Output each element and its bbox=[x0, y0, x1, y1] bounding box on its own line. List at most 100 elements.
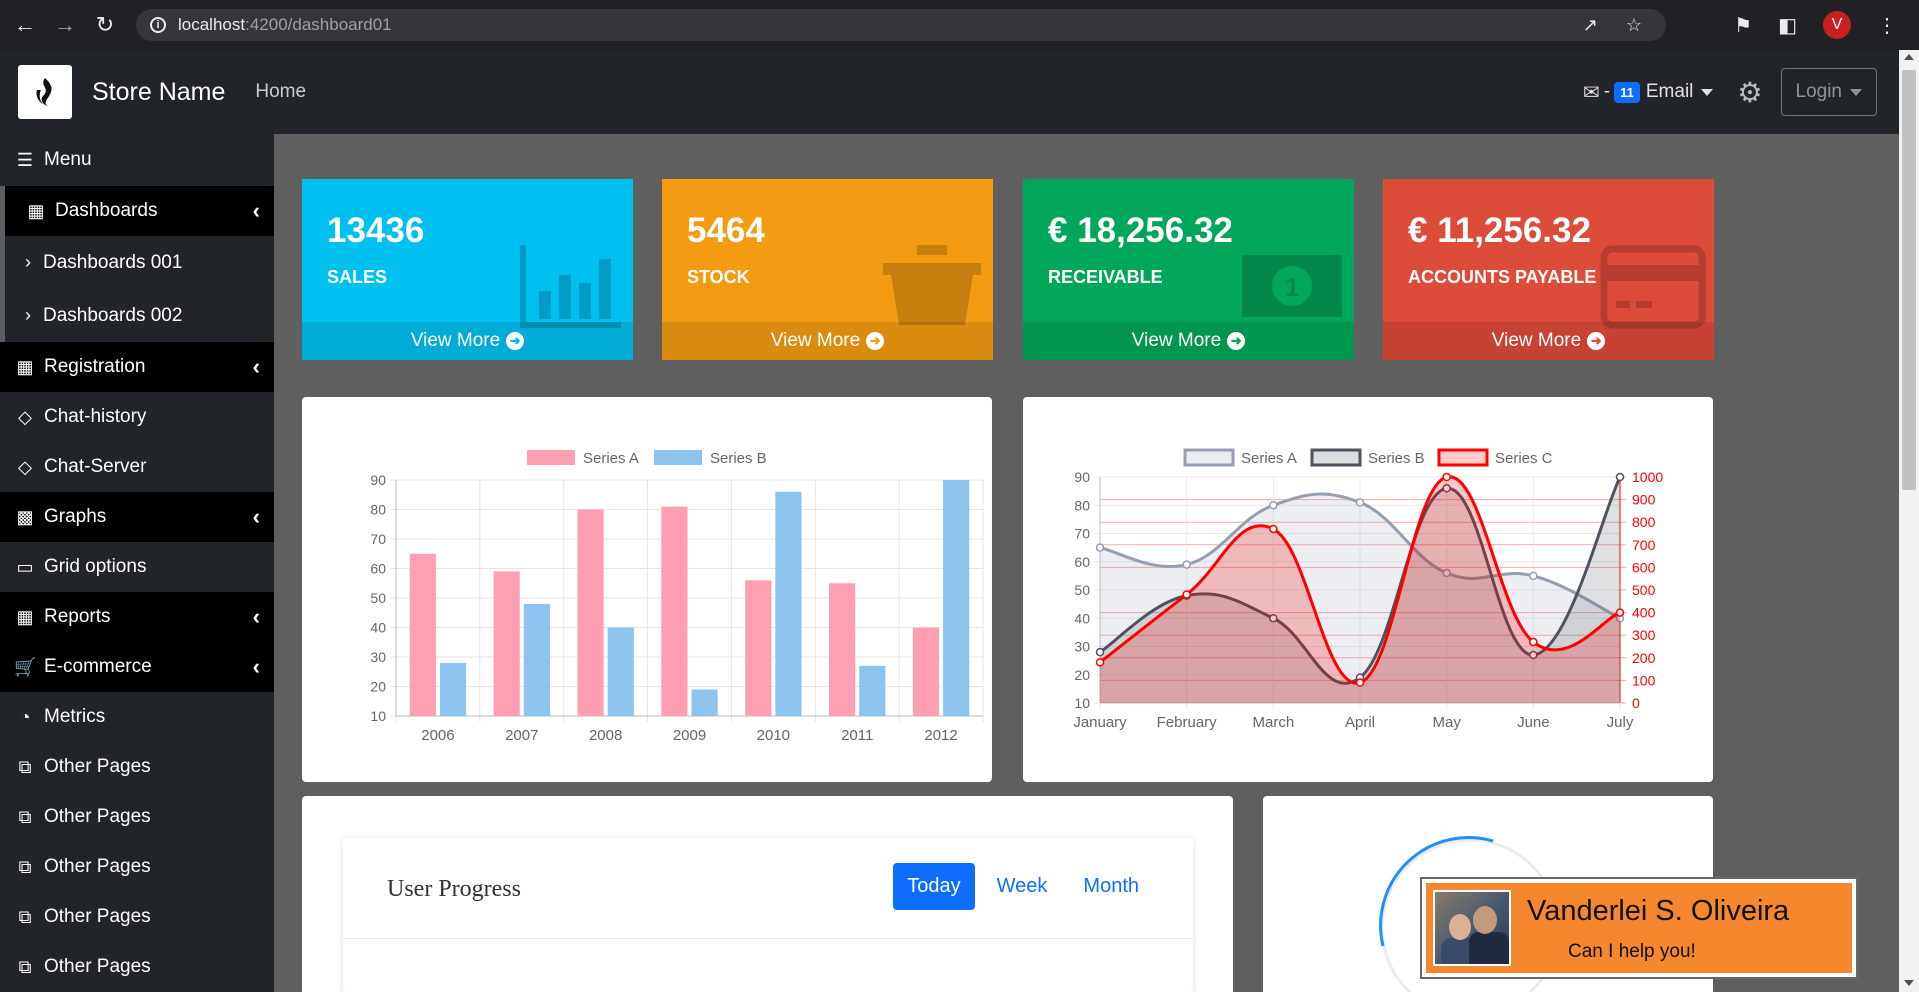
bar-series-b bbox=[775, 491, 802, 716]
sidebar-item-dashboards-002[interactable]: › Dashboards 002 bbox=[0, 289, 274, 342]
bar-chart-icon: ▩ bbox=[16, 506, 34, 527]
view-more-link[interactable]: View More ➜ bbox=[1383, 322, 1714, 360]
y-tick-label: 20 bbox=[370, 679, 386, 695]
tab-today[interactable]: Today bbox=[893, 863, 975, 910]
sidebar-item-other-pages[interactable]: ⧉ Other Pages bbox=[0, 892, 274, 942]
view-more-link[interactable]: View More ➜ bbox=[302, 322, 633, 360]
sidebar-item-other-pages[interactable]: ⧉ Other Pages bbox=[0, 942, 274, 992]
back-icon[interactable]: ← bbox=[10, 10, 40, 40]
share-icon[interactable]: ↗ bbox=[1583, 15, 1598, 36]
sidebar-item-label: Menu bbox=[44, 149, 92, 170]
scrollbar-thumb[interactable] bbox=[1902, 70, 1916, 490]
card-value: € 11,256.32 bbox=[1408, 211, 1591, 250]
x-tick-label: 2006 bbox=[421, 727, 454, 744]
x-tick-label: 2010 bbox=[757, 727, 790, 744]
login-button[interactable]: Login bbox=[1780, 68, 1877, 116]
x-tick-label: 2009 bbox=[673, 727, 706, 744]
caret-down-icon bbox=[1701, 88, 1714, 96]
bar-series-b bbox=[943, 480, 970, 716]
point-series-a bbox=[1355, 498, 1365, 507]
sidebar-item-ecommerce[interactable]: 🛒 E-commerce ‹ bbox=[0, 642, 274, 692]
view-more-link[interactable]: View More ➜ bbox=[662, 322, 993, 360]
legend-label: Series B bbox=[710, 450, 767, 467]
y2-tick-label: 1000 bbox=[1632, 469, 1663, 485]
star-icon[interactable]: ☆ bbox=[1626, 15, 1642, 36]
view-more-label: View More bbox=[410, 330, 501, 351]
sidebar-item-other-pages[interactable]: ⧉ Other Pages bbox=[0, 842, 274, 892]
scroll-down-arrow-icon[interactable] bbox=[1904, 980, 1914, 986]
sidebar-item-label: Other Pages bbox=[44, 756, 151, 777]
legend-label: Series C bbox=[1495, 450, 1553, 467]
info-icon[interactable]: i bbox=[150, 17, 166, 33]
y-tick-label: 60 bbox=[1074, 554, 1090, 570]
sidebar-item-reports[interactable]: ▦ Reports ‹ bbox=[0, 592, 274, 642]
view-more-label: View More bbox=[1131, 330, 1222, 351]
view-more-link[interactable]: View More ➜ bbox=[1023, 322, 1354, 360]
card-label: RECEIVABLE bbox=[1048, 267, 1163, 287]
sidebar-item-registration[interactable]: ▦ Registration ‹ bbox=[0, 342, 274, 392]
legend-label: Series A bbox=[1241, 450, 1297, 467]
sidebar-item-menu[interactable]: ☰ Menu bbox=[0, 134, 274, 186]
chevron-right-icon: › bbox=[25, 252, 31, 272]
forward-icon[interactable]: → bbox=[50, 10, 80, 40]
sidebar-item-label: Chat-history bbox=[44, 406, 147, 427]
grid-icon: ▦ bbox=[16, 356, 34, 377]
address-bar[interactable]: i localhost:4200/dashboard01 ↗ ☆ bbox=[136, 9, 1666, 41]
email-dropdown[interactable]: ✉ - 11 Email bbox=[1583, 80, 1714, 105]
copy-icon: ⧉ bbox=[18, 806, 32, 827]
point-series-c bbox=[1442, 472, 1451, 482]
profile-avatar[interactable]: V bbox=[1823, 11, 1851, 39]
y-tick-label: 40 bbox=[1074, 610, 1090, 626]
y-tick-label: 40 bbox=[370, 620, 386, 636]
card-divider bbox=[343, 938, 1193, 939]
tab-week[interactable]: Week bbox=[983, 863, 1062, 910]
y-tick-label: 90 bbox=[370, 472, 386, 488]
extensions-icon[interactable]: ⚑ bbox=[1734, 13, 1752, 38]
home-link[interactable]: Home bbox=[255, 81, 306, 103]
bar-series-a bbox=[745, 580, 772, 716]
tab-month[interactable]: Month bbox=[1069, 863, 1153, 910]
menu-lines-icon: ☰ bbox=[16, 149, 34, 170]
email-label: Email bbox=[1645, 81, 1694, 102]
x-tick-label: 2007 bbox=[505, 727, 538, 744]
arrow-circle-right-icon: ➜ bbox=[866, 332, 885, 350]
sidepanel-icon[interactable]: ◧ bbox=[1778, 13, 1797, 38]
url-host: localhost bbox=[178, 15, 246, 34]
sidebar-item-label: Reports bbox=[44, 606, 111, 627]
bar-chart-panel: 10 20 30 40 50 60 70 80 90 2006 2007 2008 2009 2010 20… bbox=[302, 397, 992, 782]
grid-icon: ▦ bbox=[27, 200, 45, 221]
sales-card: 13436 SALES View More ➜ bbox=[302, 179, 633, 360]
x-tick-label: 2012 bbox=[924, 727, 957, 744]
help-chat-widget[interactable]: Vanderlei S. Oliveira Can I help you! bbox=[1422, 879, 1856, 977]
sidebar-item-dashboards-001[interactable]: › Dashboards 001 bbox=[0, 236, 274, 289]
sidebar-item-metrics[interactable]: ◔ Metrics bbox=[0, 692, 274, 742]
card-value: 13436 bbox=[327, 211, 425, 250]
sidebar-item-graphs[interactable]: ▩ Graphs ‹ bbox=[0, 492, 274, 542]
caret-down-icon bbox=[1850, 88, 1862, 96]
y-tick-label: 60 bbox=[370, 561, 386, 577]
gear-icon[interactable]: ⚙ bbox=[1737, 76, 1762, 109]
store-logo[interactable] bbox=[18, 65, 72, 119]
card-value: € 18,256.32 bbox=[1048, 211, 1233, 250]
store-name[interactable]: Store Name bbox=[92, 78, 225, 107]
scroll-up-arrow-icon[interactable] bbox=[1904, 54, 1914, 60]
x-tick-label: February bbox=[1157, 714, 1218, 731]
point-series-a bbox=[1529, 571, 1538, 581]
sidebar-item-other-pages[interactable]: ⧉ Other Pages bbox=[0, 742, 274, 792]
copy-icon: ⧉ bbox=[18, 756, 32, 777]
sidebar-item-other-pages[interactable]: ⧉ Other Pages bbox=[0, 792, 274, 842]
bar-chart: 10 20 30 40 50 60 70 80 90 2006 2007 2008 2009 2010 20… bbox=[370, 450, 984, 744]
basket-icon bbox=[883, 245, 981, 325]
user-progress-card: User Progress Today Week Month bbox=[343, 838, 1193, 992]
sidebar-item-dashboards[interactable]: ▦ Dashboards ‹ bbox=[0, 186, 274, 236]
view-more-label: View More bbox=[770, 330, 861, 351]
sidebar-item-chat-history[interactable]: ◇ Chat-history bbox=[0, 392, 274, 442]
point-series-c bbox=[1615, 608, 1625, 617]
legend-swatch bbox=[1310, 448, 1362, 467]
sidebar-item-chat-server[interactable]: ◇ Chat-Server bbox=[0, 442, 274, 492]
reload-icon[interactable]: ↻ bbox=[90, 10, 120, 40]
bar-series-a bbox=[493, 571, 520, 716]
agent-name: Vanderlei S. Oliveira bbox=[1527, 895, 1790, 927]
kebab-menu-icon[interactable]: ⋮ bbox=[1877, 13, 1897, 38]
sidebar-item-grid-options[interactable]: ▭ Grid options bbox=[0, 542, 274, 592]
